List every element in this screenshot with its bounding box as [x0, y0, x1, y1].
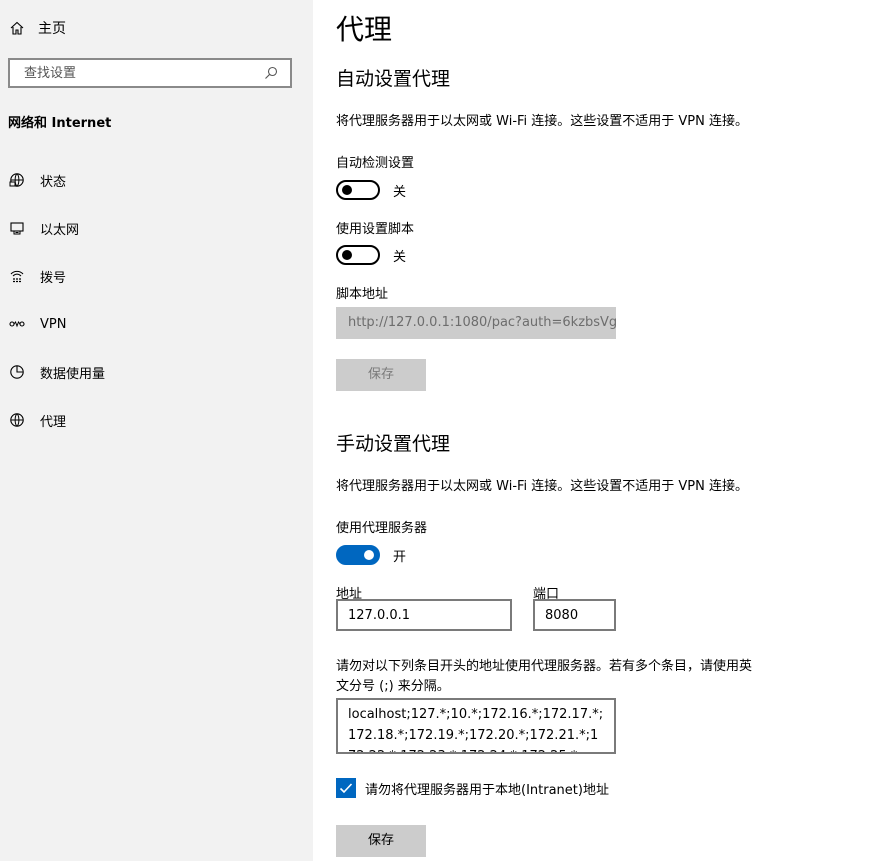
sidebar-item-label: VPN [40, 316, 67, 332]
exceptions-description-line1: 请勿对以下列条目开头的地址使用代理服务器。若有多个条目，请使用英 [336, 659, 753, 674]
setup-script-state: 关 [393, 249, 407, 265]
sidebar-item-label: 拨号 [40, 270, 67, 286]
auto-detect-label: 自动检测设置 [336, 156, 415, 171]
search-icon[interactable] [262, 64, 280, 82]
search-input[interactable] [22, 64, 256, 82]
sidebar-item-status[interactable]: 状态 [8, 162, 298, 198]
address-input[interactable] [336, 599, 512, 631]
sidebar-item-label: 以太网 [40, 222, 80, 238]
sidebar-item-label: 状态 [40, 174, 67, 190]
page-title: 代理 [336, 13, 393, 46]
home-label: 主页 [38, 21, 66, 37]
globe-icon [8, 411, 26, 429]
intranet-checkbox-label: 请勿将代理服务器用于本地(Intranet)地址 [365, 782, 609, 798]
use-proxy-row: 开 [336, 545, 406, 565]
section-title: 网络和 Internet [8, 116, 112, 131]
exceptions-description-line2: 文分号 (;) 来分隔。 [336, 679, 450, 694]
sidebar-item-data-usage[interactable]: 数据使用量 [8, 354, 298, 390]
checkmark-icon [339, 783, 353, 794]
home-nav-item[interactable]: 主页 [8, 14, 298, 42]
auto-detect-row: 关 [336, 180, 406, 200]
search-box [8, 58, 292, 88]
port-input[interactable] [533, 599, 616, 631]
use-proxy-toggle[interactable] [336, 545, 380, 565]
use-proxy-label: 使用代理服务器 [336, 521, 428, 536]
sidebar-item-proxy[interactable]: 代理 [8, 402, 298, 438]
sidebar-item-label: 代理 [40, 414, 67, 430]
setup-script-toggle[interactable] [336, 245, 380, 265]
manual-save-button[interactable]: 保存 [336, 825, 426, 857]
script-address-field[interactable]: http://127.0.0.1:1080/pac?auth=6kzbsVgT_ [336, 307, 616, 339]
sidebar-item-ethernet[interactable]: 以太网 [8, 210, 298, 246]
auto-proxy-description: 将代理服务器用于以太网或 Wi-Fi 连接。这些设置不适用于 VPN 连接。 [336, 114, 749, 129]
auto-save-button[interactable]: 保存 [336, 359, 426, 391]
sidebar: 主页 网络和 Internet 状态 以太网 拨号 VPN [0, 0, 313, 861]
dialup-icon [8, 267, 26, 285]
intranet-checkbox-row: 请勿将代理服务器用于本地(Intranet)地址 [336, 778, 609, 798]
setup-script-row: 关 [336, 245, 406, 265]
auto-detect-state: 关 [393, 184, 407, 200]
script-address-label: 脚本地址 [336, 287, 389, 302]
home-icon [8, 19, 26, 37]
intranet-checkbox[interactable] [336, 778, 356, 798]
sidebar-item-dialup[interactable]: 拨号 [8, 258, 298, 294]
manual-proxy-description: 将代理服务器用于以太网或 Wi-Fi 连接。这些设置不适用于 VPN 连接。 [336, 479, 749, 494]
exceptions-textarea[interactable]: localhost;127.*;10.*;172.16.*;172.17.*;1… [336, 698, 616, 754]
manual-proxy-heading: 手动设置代理 [336, 433, 451, 455]
vpn-icon [8, 315, 26, 333]
auto-proxy-heading: 自动设置代理 [336, 68, 451, 90]
sidebar-item-vpn[interactable]: VPN [8, 306, 298, 342]
setup-script-label: 使用设置脚本 [336, 222, 415, 237]
data-usage-icon [8, 363, 26, 381]
use-proxy-state: 开 [393, 549, 407, 565]
sidebar-item-label: 数据使用量 [40, 366, 106, 382]
auto-detect-toggle[interactable] [336, 180, 380, 200]
globe-status-icon [8, 171, 26, 189]
ethernet-icon [8, 219, 26, 237]
